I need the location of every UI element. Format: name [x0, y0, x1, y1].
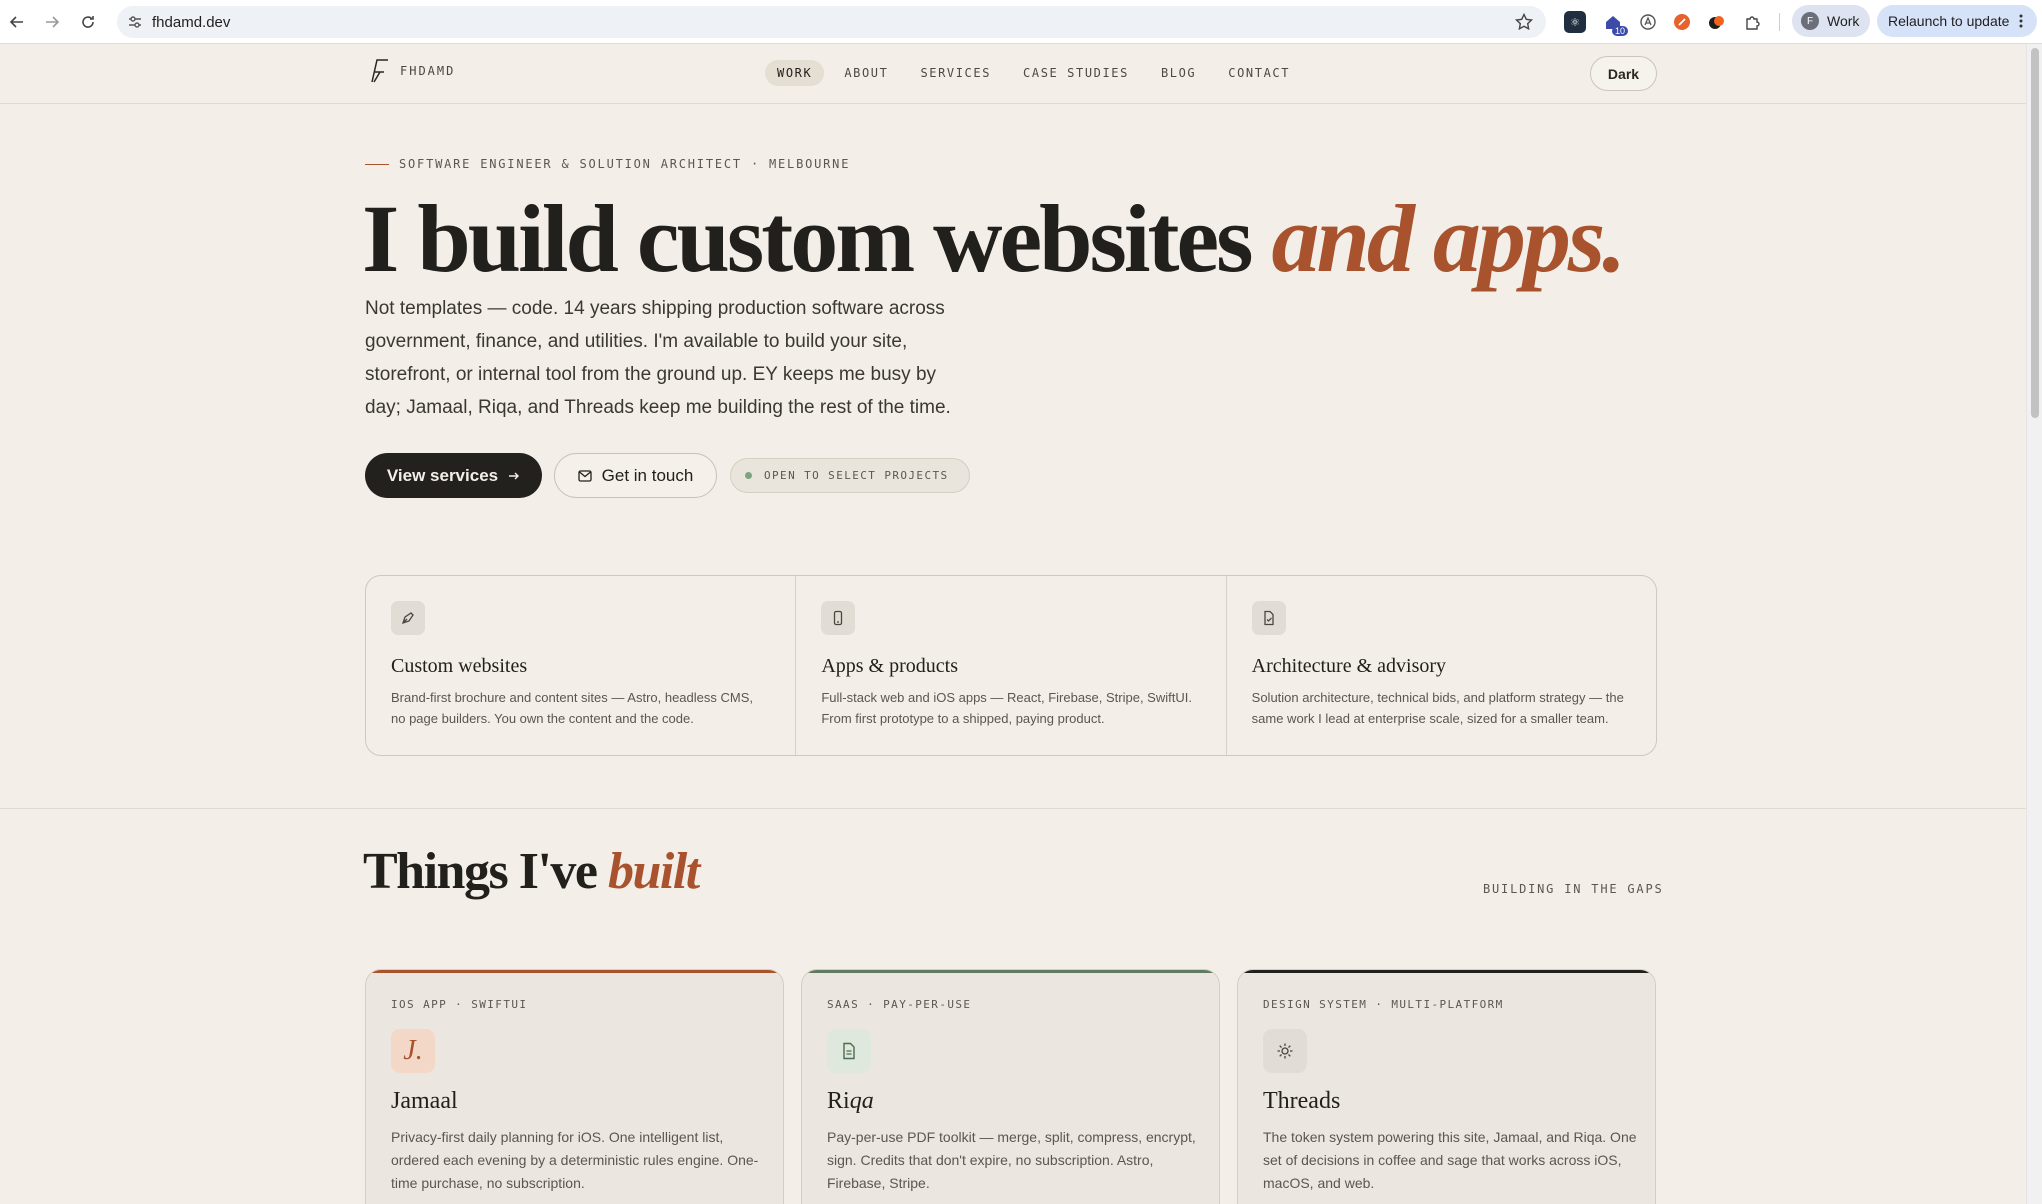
scrollbar-thumb[interactable] [2031, 48, 2039, 418]
project-name-plain: Ri [827, 1088, 850, 1114]
hero-eyebrow: SOFTWARE ENGINEER & SOLUTION ARCHITECT ·… [365, 157, 850, 171]
project-name: Threads [1263, 1088, 1341, 1114]
address-bar[interactable]: fhdamd.dev [117, 6, 1546, 38]
browser-toolbar: fhdamd.dev ⚛ 10 F Work Relaunch to updat… [0, 0, 2042, 44]
extension-icon-4[interactable] [1671, 11, 1693, 33]
hero-title-main: I build custom websites [362, 185, 1253, 292]
get-in-touch-button[interactable]: Get in touch [554, 453, 717, 498]
arrow-left-icon [9, 16, 23, 28]
built-title-accent: built [607, 843, 700, 900]
main-nav: WORK ABOUT SERVICES CASE STUDIES BLOG CO… [765, 60, 1302, 86]
sun-icon [1263, 1029, 1307, 1073]
puzzle-icon [1746, 16, 1760, 30]
service-title: Architecture & advisory [1251, 655, 1447, 677]
document-check-icon [1251, 601, 1286, 635]
project-card-jamaal[interactable]: IOS APP · SWIFTUI J. Jamaal Privacy-firs… [365, 969, 784, 1204]
project-desc: Pay-per-use PDF toolkit — merge, split, … [827, 1129, 1196, 1191]
project-kicker: SAAS · PAY-PER-USE [827, 998, 972, 1011]
eyebrow-text: SOFTWARE ENGINEER & SOLUTION ARCHITECT ·… [399, 157, 851, 171]
reload-icon [82, 16, 94, 28]
extension-icon-1[interactable]: ⚛ [1564, 11, 1586, 33]
smartphone-icon [821, 601, 856, 635]
project-card-threads[interactable]: DESIGN SYSTEM · MULTI-PLATFORM Threads T… [1237, 969, 1656, 1204]
project-card-riqa[interactable]: SAAS · PAY-PER-USE Riqa Pay-per-use PDF … [801, 969, 1220, 1204]
service-desc: Solution architecture, technical bids, a… [1251, 690, 1624, 726]
availability-badge: OPEN TO SELECT PROJECTS [730, 458, 970, 493]
profile-label: Work [1827, 13, 1860, 29]
site-logo[interactable]: FHDAMD [368, 58, 455, 84]
service-desc: Full-stack web and iOS apps — React, Fir… [821, 690, 1192, 726]
built-section-title: Things I've built [363, 842, 700, 901]
pen-tool-icon [391, 601, 425, 635]
extension-icon-3[interactable] [1637, 11, 1659, 33]
profile-button[interactable]: F Work [1792, 5, 1870, 37]
project-name: Jamaal [391, 1088, 458, 1114]
eyebrow-rule [365, 163, 389, 165]
service-desc: Brand-first brochure and content sites —… [391, 690, 754, 726]
document-icon [827, 1029, 871, 1073]
relaunch-label: Relaunch to update [1888, 13, 2010, 29]
service-card-architecture[interactable]: Architecture & advisory Solution archite… [1227, 576, 1656, 755]
circle-a-icon [1640, 14, 1656, 30]
built-section-tag: BUILDING IN THE GAPS [1483, 882, 1664, 896]
service-card-apps[interactable]: Apps & products Full-stack web and iOS a… [796, 576, 1227, 755]
mail-icon [578, 469, 592, 482]
url-text: fhdamd.dev [152, 14, 231, 31]
section-divider [0, 808, 2026, 809]
card-accent-bar [366, 970, 783, 973]
services-panel: Custom websites Brand-first brochure and… [365, 575, 1657, 756]
arrow-right-icon [509, 472, 520, 479]
orange-circle-icon [1674, 14, 1690, 30]
availability-text: OPEN TO SELECT PROJECTS [764, 469, 949, 482]
project-desc: Privacy-first daily planning for iOS. On… [391, 1129, 759, 1191]
project-name: Riqa [827, 1088, 874, 1115]
project-name-italic: qa [849, 1088, 874, 1114]
card-accent-bar [1238, 970, 1655, 973]
logo-mark-icon [371, 59, 388, 83]
back-button[interactable] [5, 10, 29, 34]
jamaal-logo-icon: J. [391, 1029, 435, 1073]
theme-toggle-button[interactable]: Dark [1590, 56, 1657, 91]
jamaal-glyph: J. [403, 1035, 423, 1066]
extensions-menu-button[interactable] [1742, 11, 1764, 33]
service-card-websites[interactable]: Custom websites Brand-first brochure and… [366, 576, 797, 755]
project-desc: The token system powering this site, Jam… [1263, 1129, 1637, 1191]
nav-item-work[interactable]: WORK [765, 60, 825, 86]
avatar: F [1801, 12, 1819, 30]
reload-button[interactable] [76, 10, 100, 34]
relaunch-button[interactable]: Relaunch to update [1877, 5, 2037, 37]
nav-item-about[interactable]: ABOUT [832, 60, 900, 86]
toolbar-divider [1779, 13, 1780, 31]
extension-icon-5[interactable] [1706, 11, 1728, 33]
built-title-main: Things I've [363, 843, 598, 900]
nav-item-contact[interactable]: CONTACT [1216, 60, 1302, 86]
site-settings-icon[interactable] [127, 14, 143, 30]
project-kicker: IOS APP · SWIFTUI [391, 998, 528, 1011]
hero-title-accent: and apps. [1271, 185, 1626, 292]
site-header: FHDAMD WORK ABOUT SERVICES CASE STUDIES … [0, 44, 2026, 104]
nav-item-services[interactable]: SERVICES [908, 60, 1003, 86]
hero-copy: Not templates — code. 14 years shipping … [365, 298, 951, 418]
service-title: Custom websites [391, 655, 528, 677]
get-in-touch-label: Get in touch [601, 465, 694, 485]
view-services-button[interactable]: View services [365, 453, 542, 498]
nav-item-blog[interactable]: BLOG [1149, 60, 1208, 86]
service-title: Apps & products [821, 655, 958, 677]
arrow-right-icon [46, 16, 60, 28]
status-dot [745, 472, 752, 479]
page-scrollbar[interactable] [2026, 44, 2042, 1204]
flame-icon [1709, 16, 1724, 29]
bookmark-star-icon[interactable] [1514, 12, 1534, 32]
view-services-label: View services [386, 465, 499, 485]
card-accent-bar [802, 970, 1219, 973]
logo-text: FHDAMD [400, 64, 456, 78]
nav-item-case-studies[interactable]: CASE STUDIES [1011, 60, 1141, 86]
kebab-menu-icon[interactable] [2019, 14, 2023, 28]
extension-icon-2[interactable]: 10 [1602, 11, 1628, 36]
extension-badge: 10 [1611, 26, 1628, 36]
project-kicker: DESIGN SYSTEM · MULTI-PLATFORM [1263, 998, 1504, 1011]
forward-button[interactable] [40, 10, 64, 34]
hero-title: I build custom websites and apps. [362, 184, 1626, 294]
